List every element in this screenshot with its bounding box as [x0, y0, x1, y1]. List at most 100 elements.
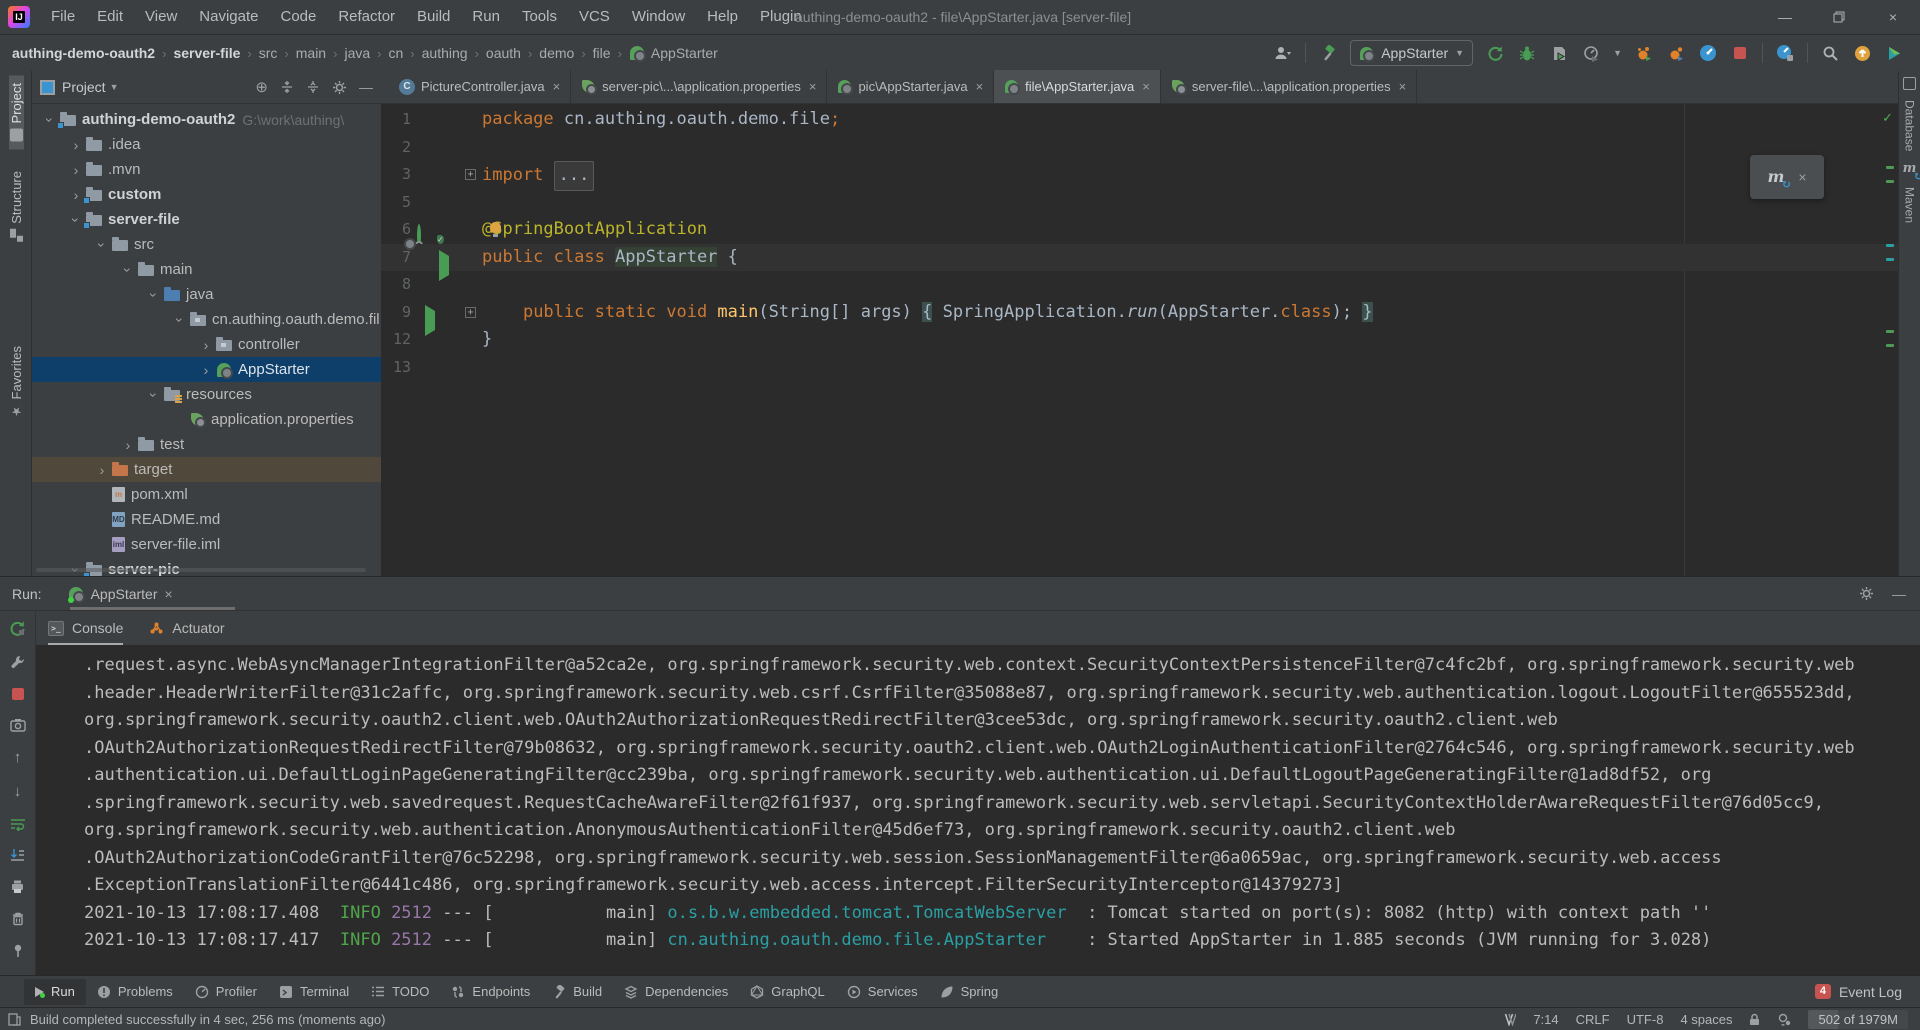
- toolbar-services[interactable]: Services: [836, 979, 929, 1005]
- fold-expand-icon[interactable]: +: [465, 169, 476, 180]
- chevron-down-icon[interactable]: ›: [42, 110, 58, 130]
- code-with-me-icon[interactable]: [1273, 43, 1293, 63]
- project-view-title[interactable]: Project: [62, 79, 106, 95]
- inspections-ok-icon[interactable]: ✓: [1882, 110, 1893, 126]
- chevron-down-icon[interactable]: ›: [68, 210, 84, 230]
- search-everywhere-icon[interactable]: [1820, 43, 1840, 63]
- chevron-right-icon[interactable]: ›: [66, 162, 86, 178]
- stop-button[interactable]: [1730, 43, 1750, 63]
- rerun-button[interactable]: [9, 620, 26, 637]
- breadcrumb-oauth[interactable]: oauth: [486, 45, 521, 61]
- menu-refactor[interactable]: Refactor: [327, 0, 406, 34]
- close-icon[interactable]: ×: [1399, 79, 1407, 94]
- chevron-right-icon[interactable]: ›: [118, 437, 138, 453]
- toolbar-profiler[interactable]: Profiler: [184, 979, 268, 1005]
- menu-edit[interactable]: Edit: [86, 0, 134, 34]
- print-button[interactable]: [10, 879, 25, 894]
- toolbar-terminal[interactable]: Terminal: [268, 979, 360, 1005]
- tree-item-package[interactable]: › cn.authing.oauth.demo.fil: [32, 307, 381, 332]
- tree-item-target[interactable]: › target: [32, 457, 381, 482]
- tool-window-database-tab[interactable]: Database: [1903, 100, 1917, 151]
- code-editor[interactable]: 1 package cn.authing.oauth.demo.file; 2 …: [381, 104, 1898, 576]
- inspections-widget-icon[interactable]: [1777, 1013, 1791, 1026]
- toolbar-endpoints[interactable]: Endpoints: [440, 979, 541, 1005]
- thread-dump-button[interactable]: [10, 718, 26, 732]
- tree-item-src[interactable]: › src: [32, 232, 381, 257]
- file-encoding[interactable]: UTF-8: [1627, 1012, 1664, 1027]
- breadcrumb-demo[interactable]: demo: [539, 45, 574, 61]
- tree-item-main[interactable]: › main: [32, 257, 381, 282]
- close-icon[interactable]: ×: [1142, 79, 1150, 94]
- toolbar-graphql[interactable]: GraphQL: [739, 979, 835, 1005]
- up-stack-trace-button[interactable]: ↑: [14, 749, 22, 766]
- tree-item-java[interactable]: › java: [32, 282, 381, 307]
- breadcrumb-module[interactable]: server-file: [173, 45, 240, 61]
- menu-build[interactable]: Build: [406, 0, 461, 34]
- close-icon[interactable]: ×: [553, 79, 561, 94]
- breadcrumb-src[interactable]: src: [259, 45, 278, 61]
- horizontal-scrollbar[interactable]: [36, 568, 366, 572]
- down-stack-trace-button[interactable]: ↓: [14, 783, 22, 800]
- profiler-button[interactable]: [1581, 43, 1601, 63]
- tree-item-root[interactable]: › authing-demo-oauth2 G:\work\authing\: [32, 107, 381, 132]
- close-icon[interactable]: ×: [165, 586, 173, 602]
- chevron-right-icon[interactable]: ›: [196, 362, 216, 378]
- tab-picturecontroller[interactable]: C PictureController.java ×: [389, 70, 571, 103]
- tab-actuator[interactable]: Actuator: [149, 611, 224, 645]
- hide-panel-icon[interactable]: —: [1892, 586, 1906, 602]
- breadcrumb-authing[interactable]: authing: [422, 45, 468, 61]
- breadcrumb-project[interactable]: authing-demo-oauth2: [12, 45, 155, 61]
- menu-tools[interactable]: Tools: [511, 0, 568, 34]
- gauge-settings-icon[interactable]: [1775, 43, 1795, 63]
- chevron-down-icon[interactable]: ›: [172, 310, 188, 330]
- chevron-right-icon[interactable]: ›: [196, 337, 216, 353]
- database-tool-icon[interactable]: [1903, 77, 1916, 90]
- stripe-mark[interactable]: [1886, 344, 1894, 347]
- status-message[interactable]: Build completed successfully in 4 sec, 2…: [30, 1012, 386, 1027]
- clear-all-button[interactable]: [11, 911, 25, 926]
- tab-console[interactable]: >_ Console: [48, 611, 123, 645]
- folded-imports[interactable]: ...: [554, 161, 595, 191]
- tree-item-idea[interactable]: › .idea: [32, 132, 381, 157]
- menu-file[interactable]: File: [40, 0, 86, 34]
- menu-vcs[interactable]: VCS: [568, 0, 621, 34]
- breadcrumb-cn[interactable]: cn: [388, 45, 403, 61]
- maximize-button[interactable]: [1812, 0, 1866, 34]
- hide-panel-icon[interactable]: —: [359, 79, 373, 95]
- tab-server-pic-properties[interactable]: server-pic\...\application.properties ×: [571, 70, 827, 103]
- tree-item-readme[interactable]: MD README.md: [32, 507, 381, 532]
- tree-item-pom[interactable]: m pom.xml: [32, 482, 381, 507]
- toolbar-build[interactable]: Build: [541, 979, 613, 1005]
- async-profiler-alloc-icon[interactable]: [1666, 43, 1686, 63]
- toolbar-problems[interactable]: Problems: [86, 979, 184, 1005]
- chevron-down-icon[interactable]: ›: [120, 260, 136, 280]
- breadcrumb-main[interactable]: main: [296, 45, 326, 61]
- tool-window-structure-tab[interactable]: Structure: [9, 163, 24, 250]
- pin-tab-button[interactable]: [11, 943, 25, 958]
- console-output[interactable]: .request.async.WebAsyncManagerIntegratio…: [36, 645, 1920, 975]
- build-hammer-icon[interactable]: [1318, 43, 1338, 63]
- modify-run-config-button[interactable]: [10, 654, 26, 670]
- tree-item-controller[interactable]: › controller: [32, 332, 381, 357]
- debug-button[interactable]: [1517, 43, 1537, 63]
- tree-item-resources[interactable]: › resources: [32, 382, 381, 407]
- stop-button[interactable]: [11, 687, 25, 701]
- toolbar-run[interactable]: Run: [24, 979, 86, 1005]
- chevron-down-icon[interactable]: ▼: [1613, 48, 1622, 58]
- tree-item-server-pic[interactable]: › server-pic: [32, 557, 381, 576]
- close-icon[interactable]: ×: [809, 79, 817, 94]
- toolbar-dependencies[interactable]: Dependencies: [613, 979, 739, 1005]
- caret-position[interactable]: 7:14: [1533, 1012, 1558, 1027]
- maven-tool-icon[interactable]: m: [1903, 161, 1917, 177]
- menu-help[interactable]: Help: [696, 0, 749, 34]
- tree-item-custom[interactable]: › custom: [32, 182, 381, 207]
- close-icon[interactable]: ×: [1798, 169, 1806, 185]
- fold-expand-icon[interactable]: +: [465, 307, 476, 318]
- memory-indicator[interactable]: 502 of 1979M: [1808, 1010, 1908, 1029]
- stripe-mark[interactable]: [1886, 258, 1894, 261]
- close-icon[interactable]: ×: [976, 79, 984, 94]
- chevron-right-icon[interactable]: ›: [92, 462, 112, 478]
- tree-item-application-properties[interactable]: application.properties: [32, 407, 381, 432]
- ideavim-icon[interactable]: [1504, 1013, 1516, 1026]
- stripe-mark[interactable]: [1886, 330, 1894, 333]
